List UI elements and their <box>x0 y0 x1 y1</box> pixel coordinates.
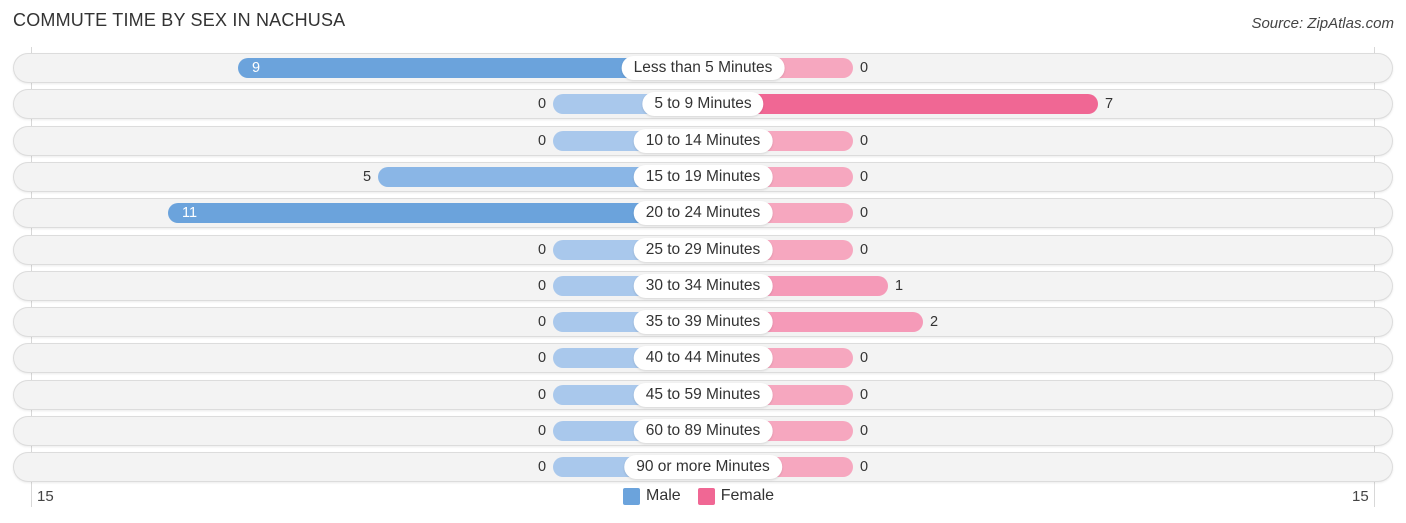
category-label: 30 to 34 Minutes <box>633 274 773 298</box>
value-label-female: 1 <box>895 278 904 294</box>
value-label-female: 0 <box>860 350 869 366</box>
category-label: 40 to 44 Minutes <box>633 346 773 370</box>
category-label: 25 to 29 Minutes <box>633 238 773 262</box>
legend-item-female[interactable]: Female <box>697 487 775 505</box>
value-label-male: 0 <box>538 133 547 149</box>
legend-label-male: Male <box>646 487 681 504</box>
value-label-male: 0 <box>538 314 547 330</box>
value-label-female: 2 <box>930 314 939 330</box>
value-label-male: 0 <box>538 423 547 439</box>
value-label-female: 7 <box>1105 96 1114 112</box>
value-label-male: 11 <box>182 205 198 221</box>
value-label-male: 0 <box>538 278 547 294</box>
bar-male[interactable] <box>168 203 703 223</box>
category-label: 15 to 19 Minutes <box>633 165 773 189</box>
axis-tick-right: 15 <box>1352 488 1369 505</box>
value-label-female: 0 <box>860 242 869 258</box>
value-label-female: 0 <box>860 133 869 149</box>
value-label-female: 0 <box>860 169 869 185</box>
legend-label-female: Female <box>720 487 775 504</box>
value-label-female: 0 <box>860 423 869 439</box>
legend: Male Female <box>623 487 791 505</box>
value-label-female: 0 <box>860 459 869 475</box>
category-label: 60 to 89 Minutes <box>633 419 773 443</box>
value-label-male: 0 <box>538 96 547 112</box>
value-label-male: 0 <box>538 387 547 403</box>
value-label-male: 0 <box>538 459 547 475</box>
value-label-female: 0 <box>860 60 869 76</box>
value-label-female: 0 <box>860 205 869 221</box>
value-label-male: 9 <box>252 60 261 76</box>
value-label-male: 0 <box>538 350 547 366</box>
axis-tick-left: 15 <box>37 488 54 505</box>
value-label-male: 5 <box>363 169 372 185</box>
value-label-female: 0 <box>860 387 869 403</box>
category-label: 10 to 14 Minutes <box>633 129 773 153</box>
category-label: 20 to 24 Minutes <box>633 201 773 225</box>
category-label: 90 or more Minutes <box>624 455 782 479</box>
category-label: 45 to 59 Minutes <box>633 383 773 407</box>
female-swatch <box>697 487 715 505</box>
legend-item-male[interactable]: Male <box>623 487 681 505</box>
category-label: 5 to 9 Minutes <box>642 92 764 116</box>
source-label: Source: ZipAtlas.com <box>1251 15 1394 32</box>
male-swatch <box>623 487 640 505</box>
chart-title: COMMUTE TIME BY SEX IN NACHUSA <box>13 10 346 30</box>
category-label: Less than 5 Minutes <box>621 56 785 80</box>
category-label: 35 to 39 Minutes <box>633 310 773 334</box>
value-label-male: 0 <box>538 242 547 258</box>
